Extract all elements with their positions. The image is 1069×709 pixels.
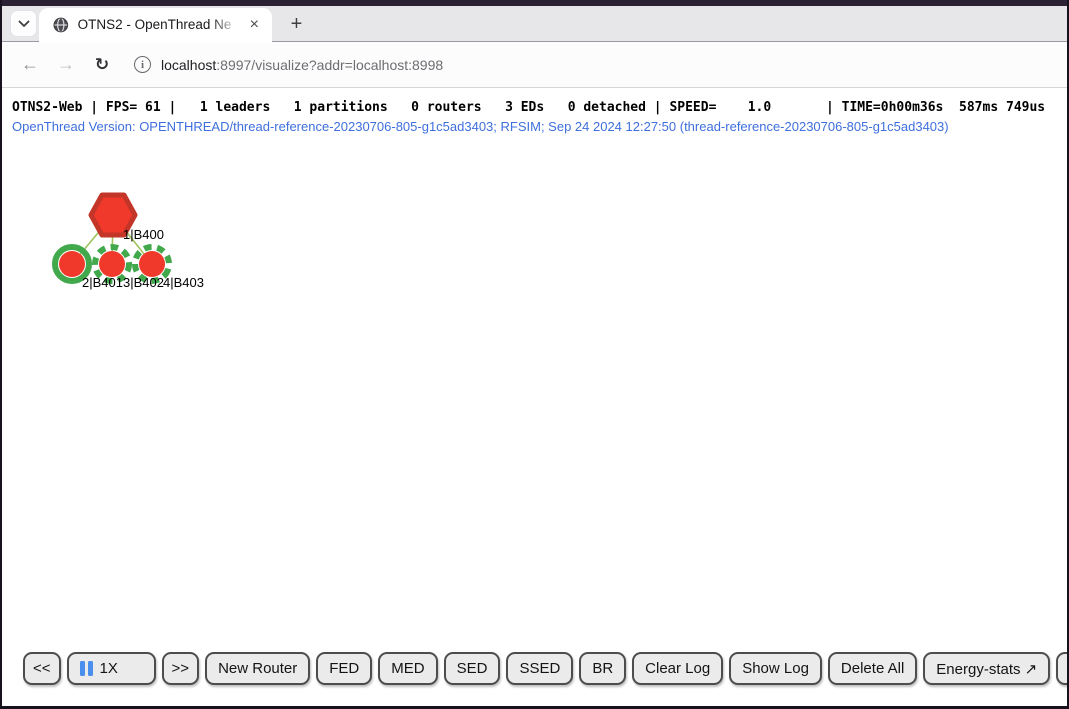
delete-all-button[interactable]: Delete All bbox=[828, 652, 917, 685]
address-bar[interactable]: localhost:8997/visualize?addr=localhost:… bbox=[161, 57, 443, 73]
speed-value: 1X bbox=[100, 660, 118, 677]
globe-icon bbox=[53, 17, 69, 33]
reload-icon[interactable]: ↻ bbox=[90, 55, 114, 75]
sed-button[interactable]: SED bbox=[444, 652, 501, 685]
new-router-button[interactable]: New Router bbox=[205, 652, 310, 685]
new-tab-button[interactable]: + bbox=[284, 12, 309, 37]
site-info-icon[interactable]: i bbox=[134, 56, 151, 73]
tab-bar: OTNS2 - OpenThread Ne × + bbox=[2, 6, 1067, 42]
end-device-node[interactable] bbox=[99, 251, 125, 277]
pause-icon bbox=[80, 661, 93, 676]
tab-otns2[interactable]: OTNS2 - OpenThread Ne × bbox=[39, 8, 272, 42]
node-label: 2|B401 bbox=[82, 275, 123, 290]
speed-down-button[interactable]: << bbox=[23, 652, 61, 685]
tab-title: OTNS2 - OpenThread Ne bbox=[78, 17, 232, 32]
forward-icon[interactable]: → bbox=[54, 54, 78, 75]
back-icon[interactable]: ← bbox=[18, 54, 42, 75]
clear-log-button[interactable]: Clear Log bbox=[632, 652, 723, 685]
navigation-bar: ← → ↻ i localhost:8997/visualize?addr=lo… bbox=[2, 42, 1067, 88]
tab-list-button[interactable] bbox=[10, 10, 37, 37]
bottom-toolbar: << 1X >> New Router FED MED SED SSED BR … bbox=[23, 652, 1067, 685]
speed-up-button[interactable]: >> bbox=[162, 652, 200, 685]
ssed-button[interactable]: SSED bbox=[506, 652, 573, 685]
show-log-button[interactable]: Show Log bbox=[729, 652, 822, 685]
tab-title-wrap: OTNS2 - OpenThread Ne bbox=[78, 16, 239, 34]
med-button[interactable]: MED bbox=[378, 652, 437, 685]
fed-button[interactable]: FED bbox=[316, 652, 372, 685]
close-tab-icon[interactable]: × bbox=[245, 15, 265, 35]
node-stats-button[interactable]: Node-stats ↗ bbox=[1056, 652, 1067, 685]
chevron-down-icon bbox=[18, 20, 30, 28]
energy-stats-button[interactable]: Energy-stats ↗ bbox=[923, 652, 1050, 685]
speed-display-button[interactable]: 1X bbox=[67, 652, 156, 685]
end-device-node[interactable] bbox=[139, 251, 165, 277]
node-label: 4|B403 bbox=[163, 275, 204, 290]
node-label: 1|B400 bbox=[123, 227, 164, 242]
br-button[interactable]: BR bbox=[579, 652, 626, 685]
end-device-node[interactable] bbox=[59, 251, 85, 277]
url-hostname: localhost bbox=[161, 57, 216, 73]
node-label: 3|B402 bbox=[123, 275, 164, 290]
url-path: :8997/visualize?addr=localhost:8998 bbox=[216, 57, 443, 73]
browser-window: OTNS2 - OpenThread Ne × + ← → ↻ i localh… bbox=[0, 0, 1069, 709]
page-content: OTNS2-Web | FPS= 61 | 1 leaders 1 partit… bbox=[2, 88, 1067, 706]
